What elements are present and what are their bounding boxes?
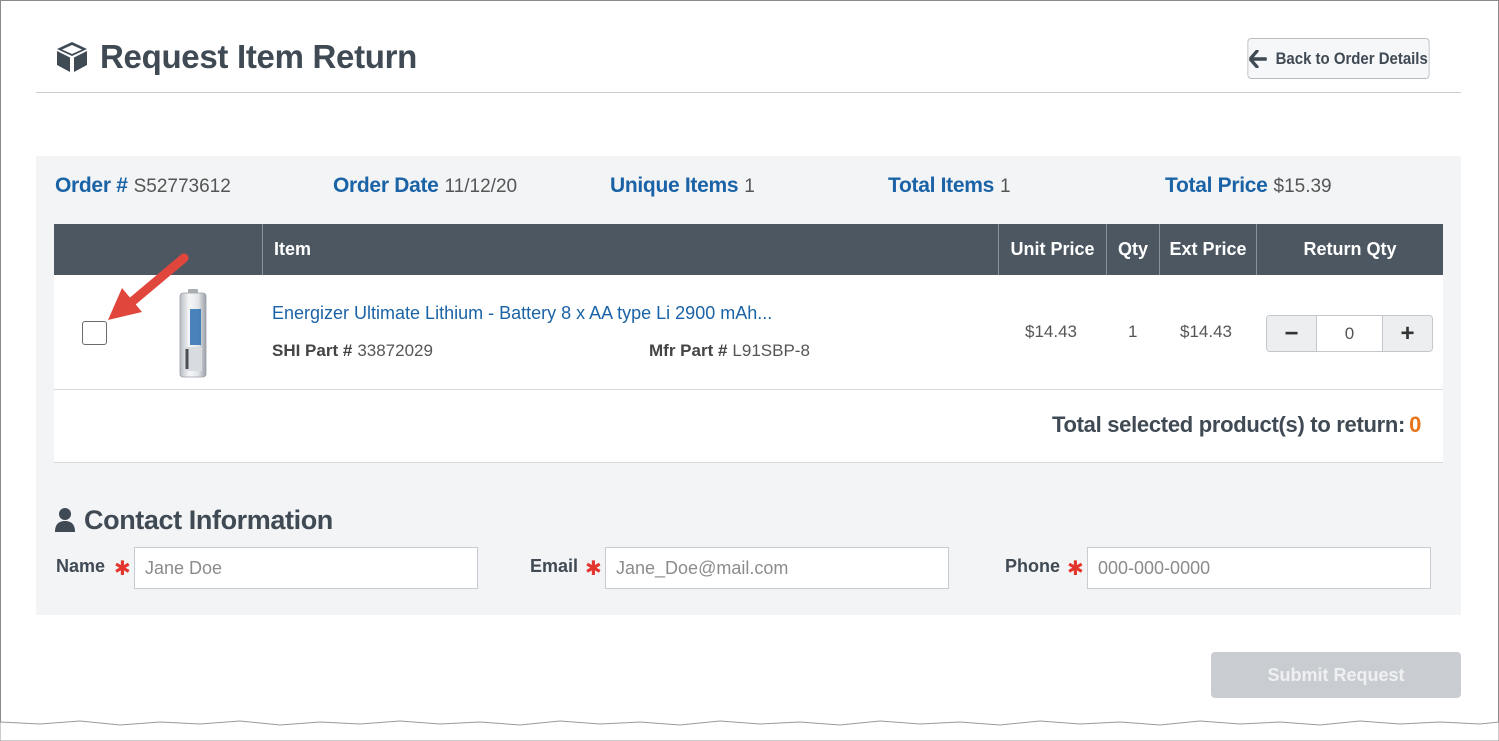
unique-items: Unique Items 1	[610, 174, 755, 200]
email-required-icon: ✱	[585, 558, 602, 580]
return-qty-stepper: − 0 +	[1266, 315, 1433, 352]
total-items-value: 1	[1000, 176, 1011, 197]
unique-items-value: 1	[744, 176, 755, 197]
table-header: Item Unit Price Qty Ext Price Return Qty	[54, 224, 1443, 275]
total-selected-value: 0	[1409, 412, 1421, 437]
order-number-value: S52773612	[133, 176, 231, 197]
name-required-icon: ✱	[114, 558, 131, 580]
user-icon	[55, 508, 75, 532]
column-header-qty: Qty	[1107, 224, 1160, 275]
mfr-part-number: Mfr Part # L91SBP-8	[649, 341, 810, 361]
page-title-text: Request Item Return	[100, 38, 418, 75]
total-price: Total Price $15.39	[1165, 174, 1332, 200]
email-label: Email	[530, 556, 579, 576]
order-number-label: Order #	[55, 174, 128, 197]
total-selected: Total selected product(s) to return: 0	[1052, 412, 1421, 438]
name-field[interactable]: Jane Doe	[134, 547, 478, 589]
table-row: Energizer Ultimate Lithium - Battery 8 x…	[54, 275, 1443, 390]
email-field[interactable]: Jane_Doe@mail.com	[605, 547, 949, 589]
arrow-left-icon	[1249, 49, 1267, 68]
return-qty-input[interactable]: 0	[1316, 316, 1383, 351]
total-selected-label: Total selected product(s) to return:	[1052, 412, 1406, 437]
contact-title-text: Contact Information	[84, 504, 333, 535]
shi-part-number: SHI Part #33872029	[272, 341, 433, 361]
column-header-return-qty: Return Qty	[1303, 239, 1397, 259]
column-header-unit-price: Unit Price	[999, 224, 1107, 275]
contact-section-title: Contact Information	[54, 502, 333, 538]
decrement-button[interactable]: −	[1267, 316, 1316, 351]
mfr-part-label: Mfr Part #	[649, 341, 728, 360]
total-price-label: Total Price	[1165, 174, 1268, 197]
total-price-value: $15.39	[1273, 176, 1332, 197]
mfr-part-value: L91SBP-8	[732, 341, 810, 360]
callout-arrow-icon	[108, 253, 189, 320]
page-title: Request Item Return	[54, 36, 417, 78]
name-label: Name	[56, 556, 106, 576]
phone-label: Phone	[1005, 556, 1061, 576]
qty-cell: 1	[1128, 322, 1138, 341]
order-number: Order # S52773612	[55, 174, 231, 200]
column-header-item: Item	[263, 224, 999, 275]
phone-required-icon: ✱	[1067, 558, 1084, 580]
order-date: Order Date 11/12/20	[333, 174, 517, 200]
return-totals-row: Total selected product(s) to return: 0	[54, 390, 1443, 463]
torn-edge	[0, 720, 1499, 741]
total-items: Total Items 1	[888, 174, 1011, 200]
product-title-link[interactable]: Energizer Ultimate Lithium - Battery 8 x…	[272, 303, 772, 324]
order-date-label: Order Date	[333, 174, 439, 197]
cube-icon	[57, 42, 87, 72]
back-to-order-details-button[interactable]: Back to Order Details	[1247, 38, 1430, 79]
header-divider	[36, 92, 1461, 93]
shi-part-label: SHI Part #	[272, 341, 353, 360]
shi-part-value: 33872029	[357, 341, 433, 360]
ext-price-cell: $14.43	[1180, 322, 1232, 341]
unique-items-label: Unique Items	[610, 174, 739, 197]
increment-button[interactable]: +	[1383, 316, 1432, 351]
submit-request-button[interactable]: Submit Request	[1211, 652, 1461, 698]
column-header-ext-price: Ext Price	[1160, 224, 1257, 275]
order-date-value: 11/12/20	[444, 176, 518, 197]
back-button-label: Back to Order Details	[1275, 48, 1428, 68]
phone-field[interactable]: 000-000-0000	[1087, 547, 1431, 589]
total-items-label: Total Items	[888, 174, 994, 197]
return-items-table: Item Unit Price Qty Ext Price Return Qty…	[54, 224, 1443, 463]
unit-price-cell: $14.43	[1025, 322, 1077, 341]
